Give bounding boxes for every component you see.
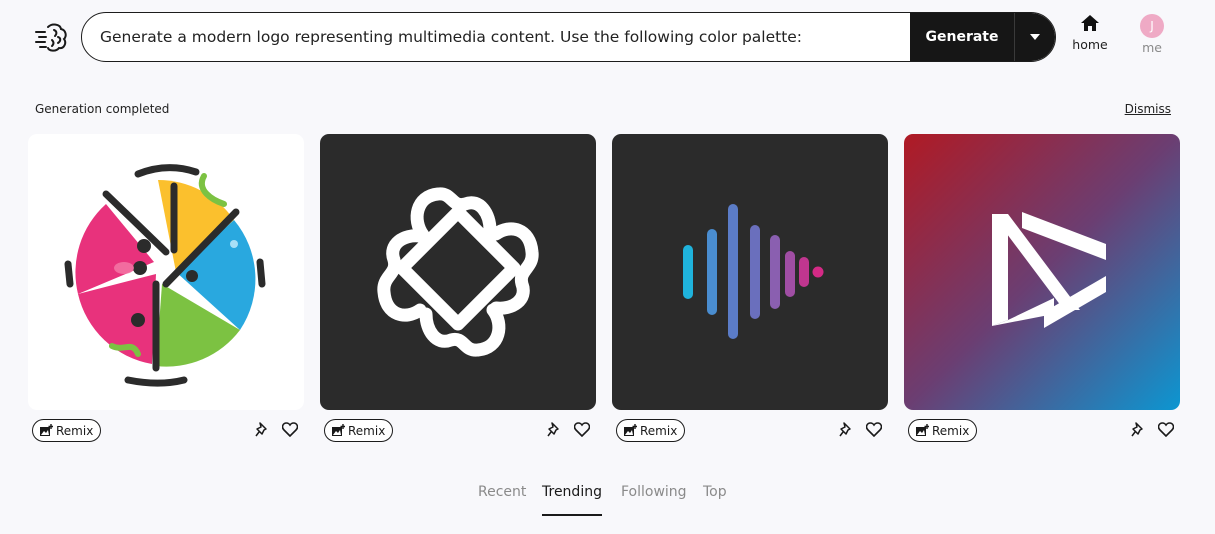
tab-trending[interactable]: Trending xyxy=(542,484,602,516)
image-plus-icon xyxy=(916,424,929,436)
generated-image-soundwave-logo[interactable] xyxy=(612,134,888,410)
heart-icon[interactable] xyxy=(866,422,882,437)
pin-icon[interactable] xyxy=(255,422,269,438)
tab-recent[interactable]: Recent xyxy=(478,484,526,500)
nav-me-label: me xyxy=(1142,40,1162,55)
result-card: Remix xyxy=(904,134,1180,449)
prompt-bar: Generate a modern logo representing mult… xyxy=(81,12,1056,62)
remix-button[interactable]: Remix xyxy=(616,419,686,442)
remix-label: Remix xyxy=(348,423,386,438)
pin-icon[interactable] xyxy=(839,422,853,438)
brain-icon[interactable] xyxy=(34,20,70,56)
heart-icon[interactable] xyxy=(282,422,298,437)
generate-button[interactable]: Generate xyxy=(910,13,1014,61)
tab-following[interactable]: Following xyxy=(621,484,687,500)
avatar: J xyxy=(1140,14,1164,38)
generated-image-colorful-logo[interactable] xyxy=(28,134,304,410)
result-card: Remix xyxy=(320,134,596,449)
remix-label: Remix xyxy=(932,423,970,438)
result-card: Remix xyxy=(28,134,304,449)
image-plus-icon xyxy=(624,424,637,436)
dismiss-link[interactable]: Dismiss xyxy=(1125,102,1171,116)
prompt-input[interactable]: Generate a modern logo representing mult… xyxy=(82,13,910,61)
pin-icon[interactable] xyxy=(547,422,561,438)
home-icon xyxy=(1081,15,1099,31)
image-plus-icon xyxy=(332,424,345,436)
generated-image-outline-logo[interactable] xyxy=(320,134,596,410)
result-card: Remix xyxy=(612,134,888,449)
card-actions: Remix xyxy=(28,419,304,449)
nav-me[interactable]: J me xyxy=(1132,14,1172,55)
image-plus-icon xyxy=(40,424,53,436)
remix-label: Remix xyxy=(56,423,94,438)
card-actions: Remix xyxy=(612,419,888,449)
card-actions: Remix xyxy=(320,419,596,449)
remix-button[interactable]: Remix xyxy=(324,419,394,442)
remix-button[interactable]: Remix xyxy=(908,419,978,442)
nav-home-label: home xyxy=(1072,37,1108,52)
heart-icon[interactable] xyxy=(574,422,590,437)
remix-button[interactable]: Remix xyxy=(32,419,102,442)
generated-image-play-logo[interactable] xyxy=(904,134,1180,410)
card-actions: Remix xyxy=(904,419,1180,449)
heart-icon[interactable] xyxy=(1158,422,1174,437)
pin-icon[interactable] xyxy=(1131,422,1145,438)
feed-tabs: Recent Trending Following Top xyxy=(0,484,1215,518)
generation-status: Generation completed xyxy=(35,102,170,116)
tab-top[interactable]: Top xyxy=(703,484,727,500)
nav-home[interactable]: home xyxy=(1068,14,1112,52)
generate-options-button[interactable] xyxy=(1014,13,1055,61)
caret-down-icon xyxy=(1030,34,1040,40)
remix-label: Remix xyxy=(640,423,678,438)
